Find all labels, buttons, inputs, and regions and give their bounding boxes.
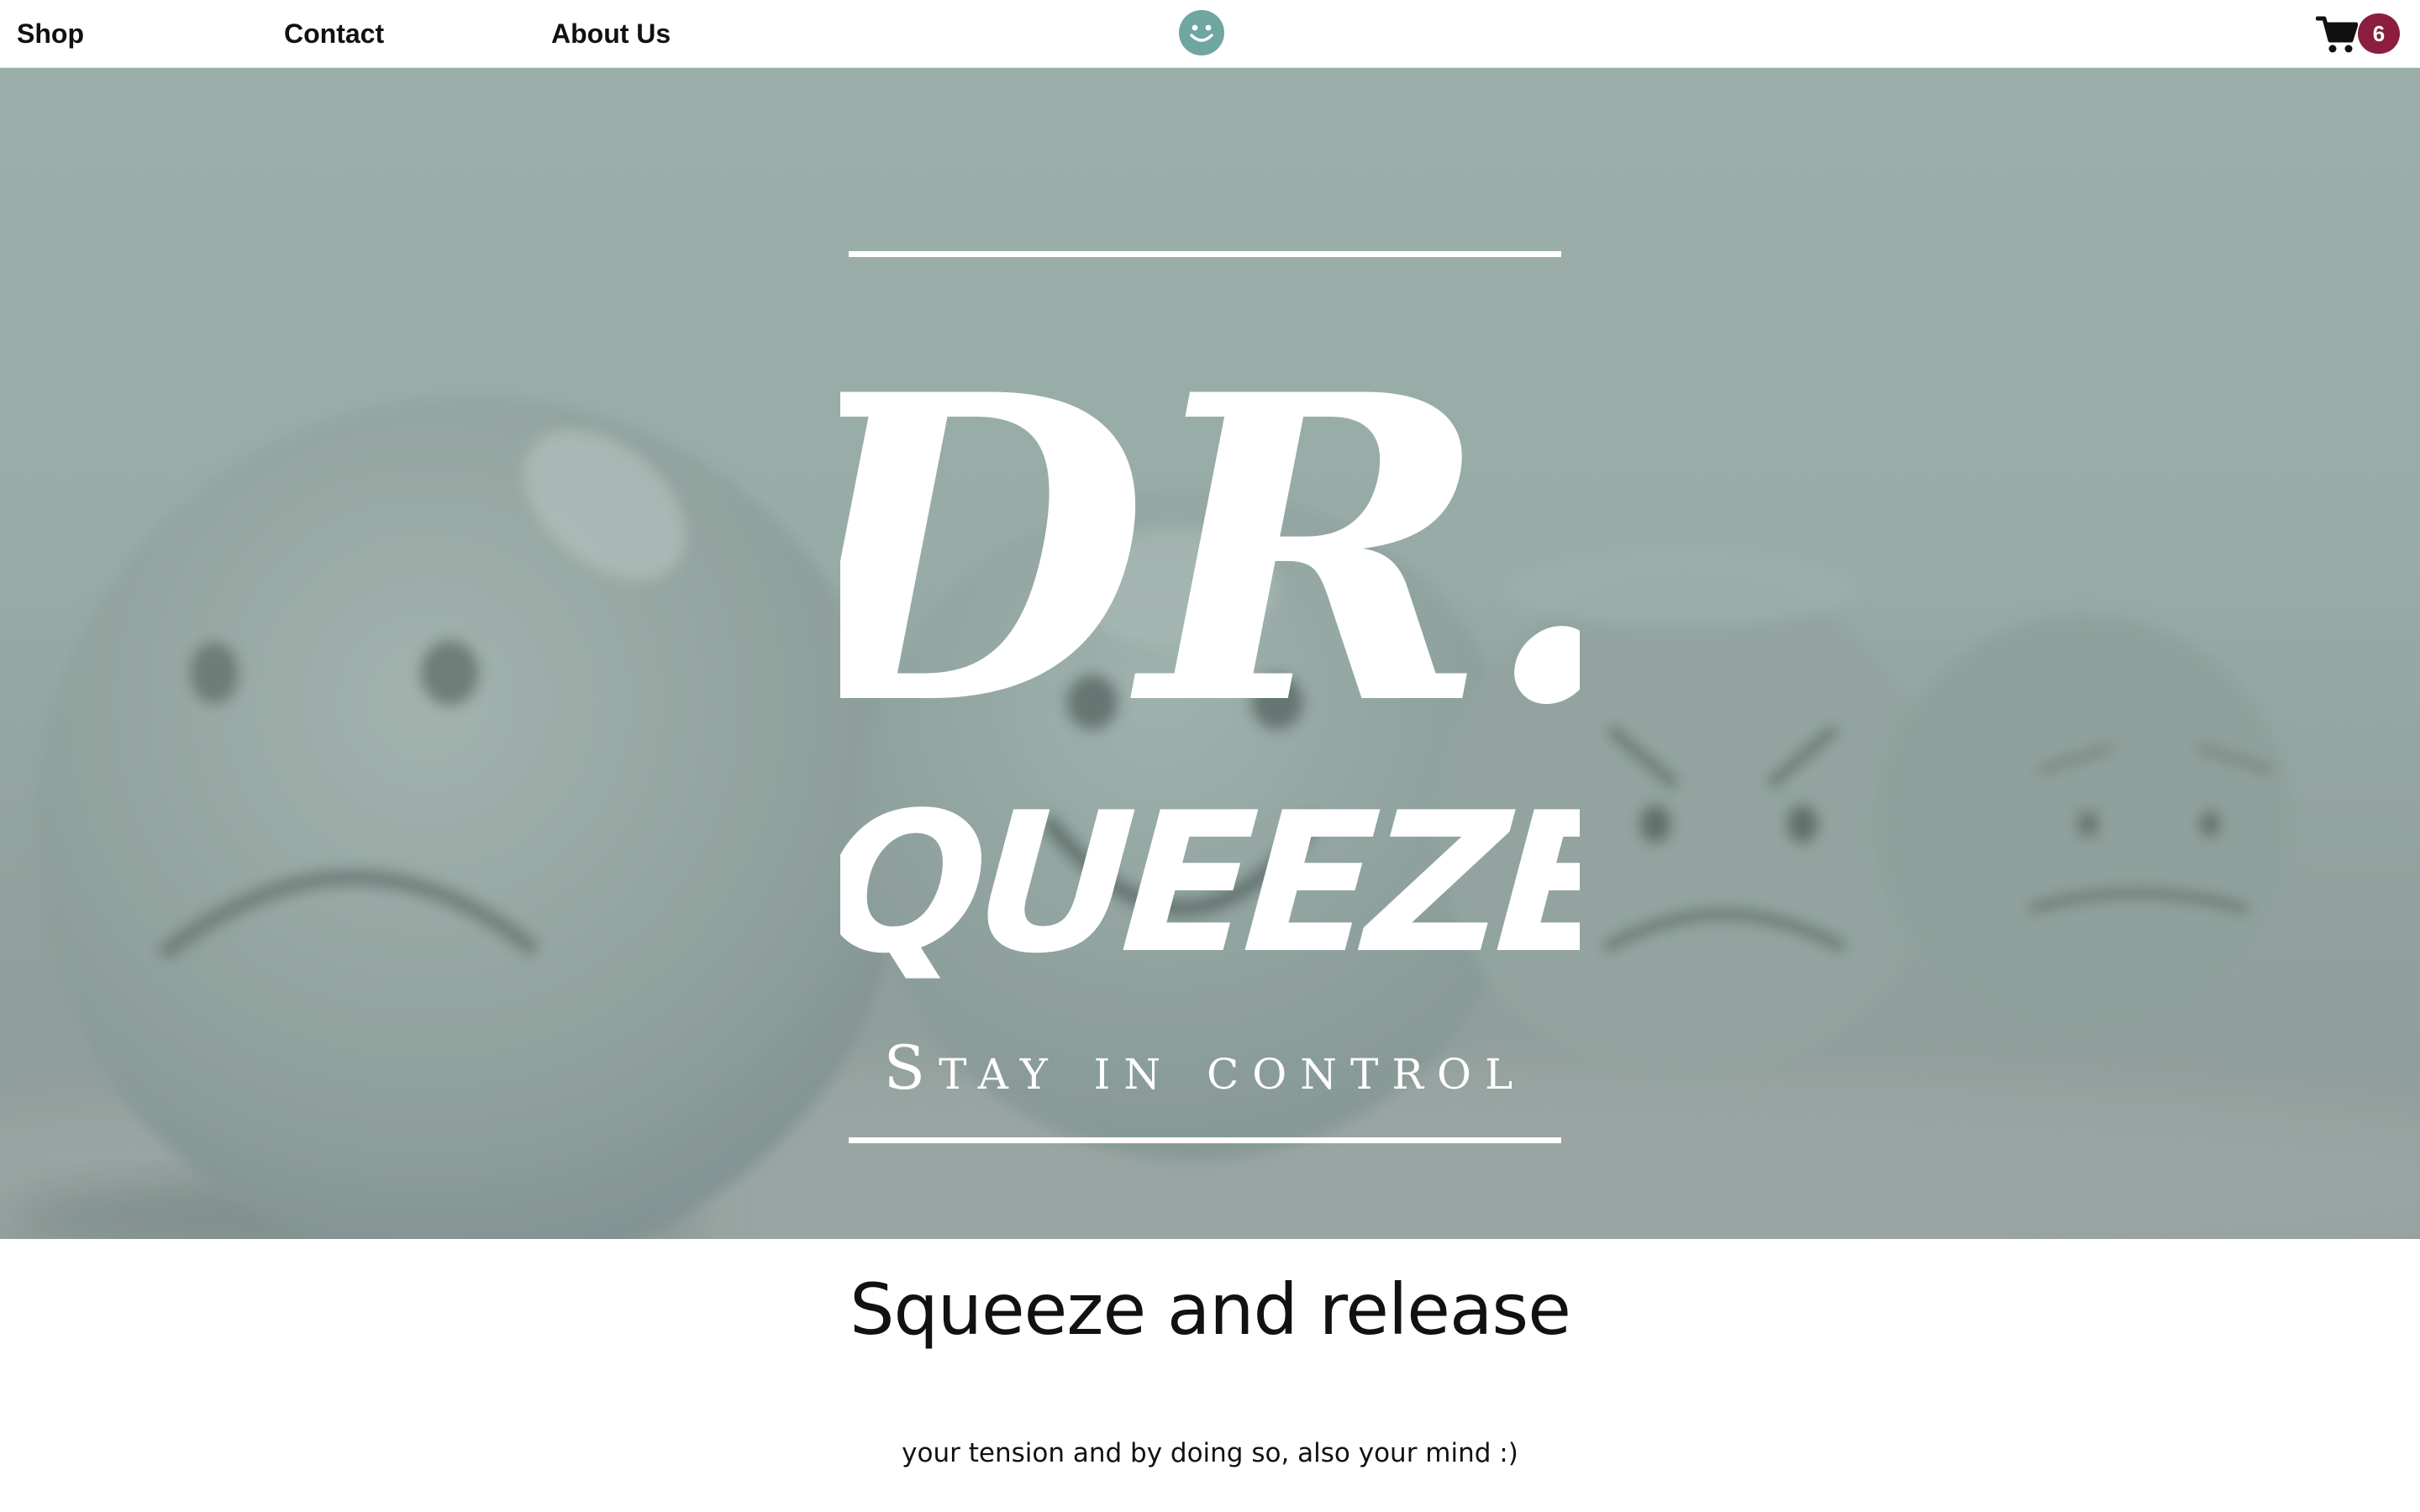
logo-tagline: Stay in control [884, 1032, 1527, 1103]
logo-top-rule [849, 251, 1561, 257]
nav-link-about-us[interactable]: About Us [551, 0, 671, 67]
logo-bottom-rule [849, 1137, 1561, 1143]
hero-banner: DR. SQUEEZE Stay in control [0, 68, 2420, 1239]
cart-count-badge: 6 [2358, 13, 2400, 54]
logo-title-squeeze: SQUEEZE [840, 771, 1580, 996]
nav-link-shop[interactable]: Shop [17, 0, 84, 67]
smiley-face-icon[interactable] [1178, 9, 1225, 56]
page-subtext: your tension and by doing so, also your … [902, 1438, 1518, 1468]
page-headline: Squeeze and release [850, 1268, 1571, 1351]
dr-squeeze-logo: DR. SQUEEZE Stay in control [840, 251, 1580, 1143]
logo-title-dr: DR. [840, 304, 1580, 797]
cart-button[interactable]: 6 [2316, 12, 2417, 57]
nav-link-contact[interactable]: Contact [284, 0, 384, 67]
shopping-cart-icon [2316, 16, 2358, 53]
top-navigation: Shop Contact About Us 6 [0, 0, 2420, 68]
